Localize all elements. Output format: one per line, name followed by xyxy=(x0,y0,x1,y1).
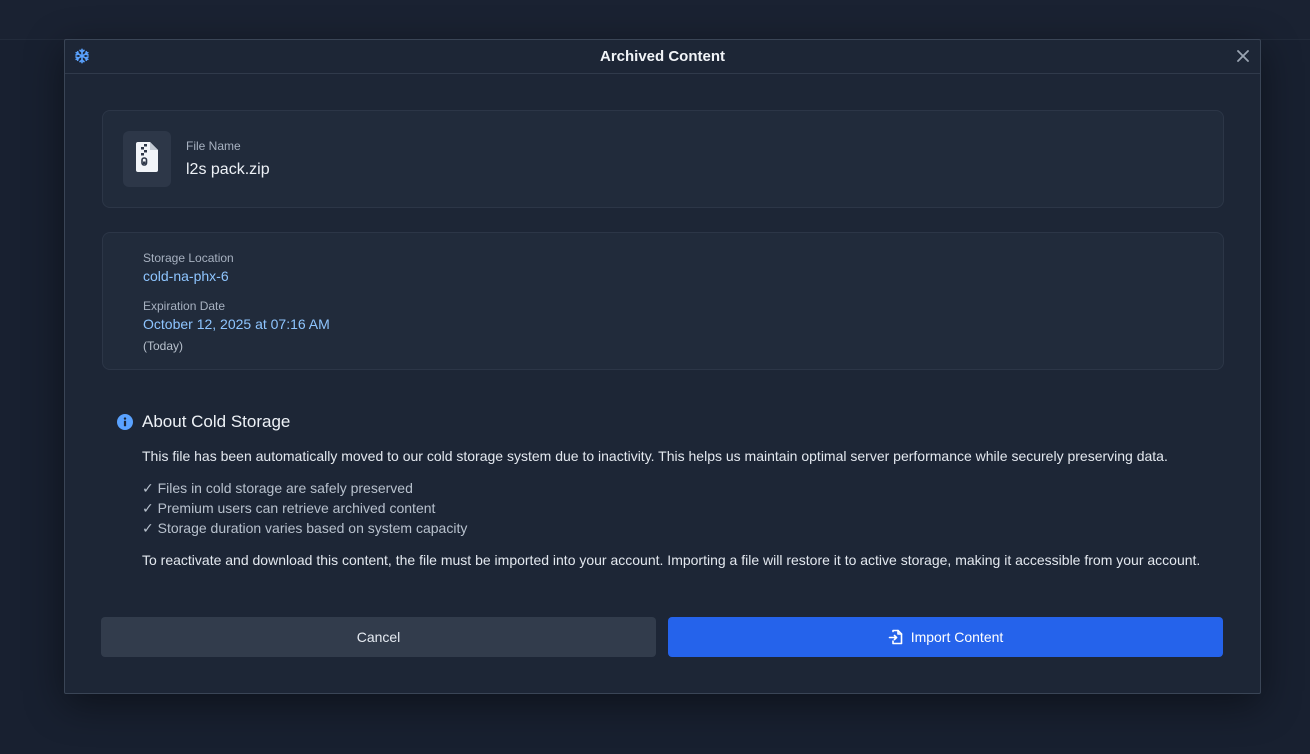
dialog-title: Archived Content xyxy=(599,48,725,65)
check-item: ✓ Files in cold storage are safely prese… xyxy=(142,480,413,496)
archived-content-dialog: Archived Content File Name l2s pack.zip … xyxy=(64,39,1261,694)
storage-location-label: Storage Location xyxy=(143,251,234,265)
cancel-button[interactable]: Cancel xyxy=(101,617,656,657)
check-item: ✓ Premium users can retrieve archived co… xyxy=(142,500,436,516)
file-name-label: File Name xyxy=(186,139,241,153)
import-content-button[interactable]: Import Content xyxy=(668,617,1223,657)
about-outro-text: To reactivate and download this content,… xyxy=(142,552,1201,568)
check-item: ✓ Storage duration varies based on syste… xyxy=(142,520,468,536)
import-content-label: Import Content xyxy=(910,629,1004,645)
storage-location-value: cold-na-phx-6 xyxy=(143,268,229,284)
snowflake-icon xyxy=(73,47,91,65)
file-name-value: l2s pack.zip xyxy=(186,161,270,178)
file-import-icon xyxy=(888,629,904,645)
close-icon[interactable] xyxy=(1234,47,1252,65)
file-info-card: File Name l2s pack.zip xyxy=(102,110,1224,208)
about-title: About Cold Storage xyxy=(142,412,291,431)
background-top-bar xyxy=(0,0,1310,40)
dialog-header: Archived Content xyxy=(65,40,1260,74)
about-intro-text: This file has been automatically moved t… xyxy=(142,448,1168,464)
zip-file-icon xyxy=(136,141,158,177)
storage-info-card: Storage Location cold-na-phx-6 Expiratio… xyxy=(102,232,1224,370)
file-icon-box xyxy=(123,131,171,187)
expiration-date-note: (Today) xyxy=(143,339,184,353)
expiration-date-value: October 12, 2025 at 07:16 AM xyxy=(143,316,330,332)
expiration-date-label: Expiration Date xyxy=(143,299,226,313)
about-cold-storage-section: About Cold Storage This file has been au… xyxy=(117,411,1217,568)
about-title-row: About Cold Storage xyxy=(117,411,1217,433)
info-icon xyxy=(117,414,133,430)
